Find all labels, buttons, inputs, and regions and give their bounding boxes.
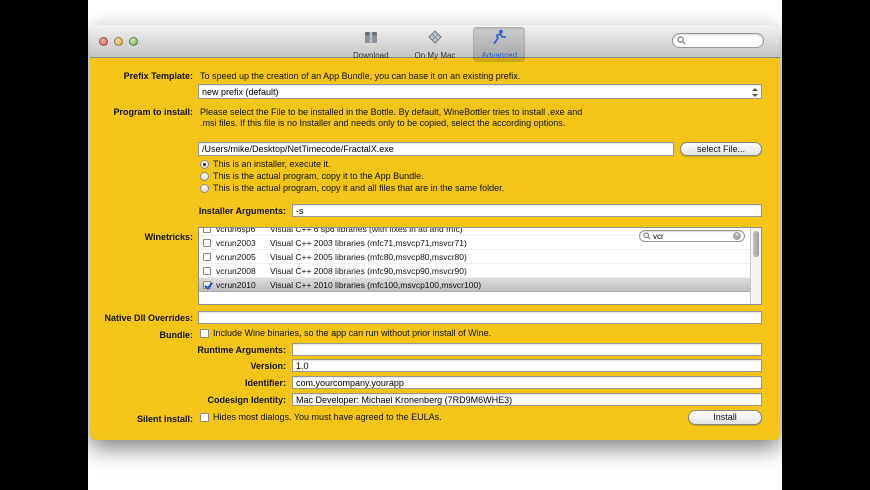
app-window: Download On My Mac Advanced Prefix Templ… <box>90 25 780 440</box>
checkbox-checked[interactable] <box>203 281 211 289</box>
search-icon <box>643 232 651 240</box>
winetricks-name: vcrun6sp6 <box>216 227 262 234</box>
identifier-input[interactable] <box>292 376 762 389</box>
winetricks-description: Visual C++ 2003 libraries (mfc71,msvcp71… <box>270 238 467 248</box>
bundle-checkbox-label: Include Wine binaries, so the app can ru… <box>213 328 491 338</box>
prefix-template-label: Prefix Template: <box>90 71 193 81</box>
winetricks-name: vcrun2003 <box>216 238 262 248</box>
program-to-install-label: Program to install: <box>90 107 193 117</box>
checkbox-unchecked[interactable] <box>203 227 211 233</box>
winetricks-row-selected[interactable]: vcrun2010 Visual C++ 2010 libraries (mfc… <box>199 278 761 292</box>
winetricks-description: Visual C++ 2008 libraries (mfc90,msvcp90… <box>270 266 467 276</box>
version-input[interactable] <box>292 359 762 372</box>
winetricks-row[interactable]: vcrun2008 Visual C++ 2008 libraries (mfc… <box>199 264 761 278</box>
winetricks-search-input[interactable] <box>653 232 721 241</box>
radio-copy-program[interactable]: This is the actual program, copy it to t… <box>200 171 424 181</box>
native-dll-overrides-label: Native Dll Overrides: <box>90 313 193 323</box>
program-file-path-input[interactable] <box>198 142 674 156</box>
minimize-button[interactable] <box>114 37 123 46</box>
search-icon <box>677 36 686 45</box>
radio-label: This is the actual program, copy it and … <box>213 183 504 193</box>
bundle-checkbox-row[interactable]: Include Wine binaries, so the app can ru… <box>200 328 491 338</box>
select-file-button[interactable]: select File... <box>680 142 762 156</box>
bundle-label: Bundle: <box>90 330 193 340</box>
winetricks-row[interactable]: vcrun2005 Visual C++ 2005 libraries (mfc… <box>199 250 761 264</box>
installer-arguments-input[interactable] <box>292 204 762 217</box>
runtime-arguments-label: Runtime Arguments: <box>90 345 286 355</box>
identifier-label: Identifier: <box>90 378 286 388</box>
scrollbar-thumb[interactable] <box>753 231 759 257</box>
toolbar-search-input[interactable] <box>688 36 758 46</box>
radio-label: This is the actual program, copy it to t… <box>213 171 424 181</box>
prefix-template-select[interactable]: new prefix (default) <box>198 84 762 99</box>
winetricks-name: vcrun2010 <box>216 280 262 290</box>
radio-control <box>200 172 209 181</box>
advanced-runner-icon <box>491 29 507 50</box>
radio-label: This is an installer, execute it. <box>213 159 331 169</box>
silent-install-checkbox-row[interactable]: Hides most dialogs. You must have agreed… <box>200 412 442 422</box>
silent-install-label: Silent install: <box>90 414 193 424</box>
radio-installer-execute[interactable]: This is an installer, execute it. <box>200 159 331 169</box>
winetricks-search[interactable]: × <box>639 230 745 242</box>
install-button[interactable]: Install <box>688 410 762 425</box>
program-to-install-description: Please select the File to be installed i… <box>200 107 600 128</box>
checkbox-unchecked[interactable] <box>203 253 211 261</box>
toolbar-item-download[interactable]: Download <box>345 27 397 62</box>
winetricks-scrollbar[interactable] <box>750 228 761 304</box>
radio-control-selected <box>200 160 209 169</box>
prefix-template-description: To speed up the creation of an App Bundl… <box>200 71 760 82</box>
letterbox-right <box>782 0 870 490</box>
winetricks-label: Winetricks: <box>90 232 193 242</box>
silent-install-checkbox-label: Hides most dialogs. You must have agreed… <box>213 412 442 422</box>
close-button[interactable] <box>99 37 108 46</box>
radio-control <box>200 184 209 193</box>
toolbar-item-on-my-mac[interactable]: On My Mac <box>407 27 464 62</box>
form-content: Prefix Template: To speed up the creatio… <box>90 58 780 440</box>
winetricks-name: vcrun2008 <box>216 266 262 276</box>
installer-arguments-label: Installer Arguments: <box>90 206 286 216</box>
winetricks-description: Visual C++ 6 sp6 libraries (with fixes i… <box>270 227 463 234</box>
titlebar[interactable]: Download On My Mac Advanced <box>90 25 780 58</box>
toolbar-search[interactable] <box>672 33 764 48</box>
checkbox-unchecked[interactable] <box>200 329 209 338</box>
clear-search-icon[interactable]: × <box>733 232 741 240</box>
checkbox-unchecked[interactable] <box>203 267 211 275</box>
runtime-arguments-input[interactable] <box>292 343 762 356</box>
dropdown-stepper-icon <box>751 88 758 97</box>
codesign-identity-label: Codesign Identity: <box>90 395 286 405</box>
winetricks-description: Visual C++ 2005 libraries (mfc80,msvcp80… <box>270 252 467 262</box>
on-my-mac-icon <box>427 29 443 50</box>
download-icon <box>363 29 379 50</box>
codesign-identity-input[interactable] <box>292 393 762 406</box>
letterbox-left <box>0 0 88 490</box>
checkbox-unchecked[interactable] <box>200 413 209 422</box>
winetricks-list[interactable]: vcrun6sp6 Visual C++ 6 sp6 libraries (wi… <box>198 227 762 305</box>
winetricks-name: vcrun2005 <box>216 252 262 262</box>
toolbar: Download On My Mac Advanced <box>345 27 525 62</box>
winetricks-description: Visual C++ 2010 libraries (mfc100,msvcp1… <box>270 280 481 290</box>
version-label: Version: <box>90 361 286 371</box>
zoom-button[interactable] <box>129 37 138 46</box>
radio-copy-folder[interactable]: This is the actual program, copy it and … <box>200 183 504 193</box>
checkbox-unchecked[interactable] <box>203 239 211 247</box>
native-dll-overrides-input[interactable] <box>198 311 762 324</box>
window-controls <box>99 37 138 46</box>
toolbar-item-advanced[interactable]: Advanced <box>473 27 525 62</box>
prefix-template-selected-option: new prefix (default) <box>202 87 279 97</box>
